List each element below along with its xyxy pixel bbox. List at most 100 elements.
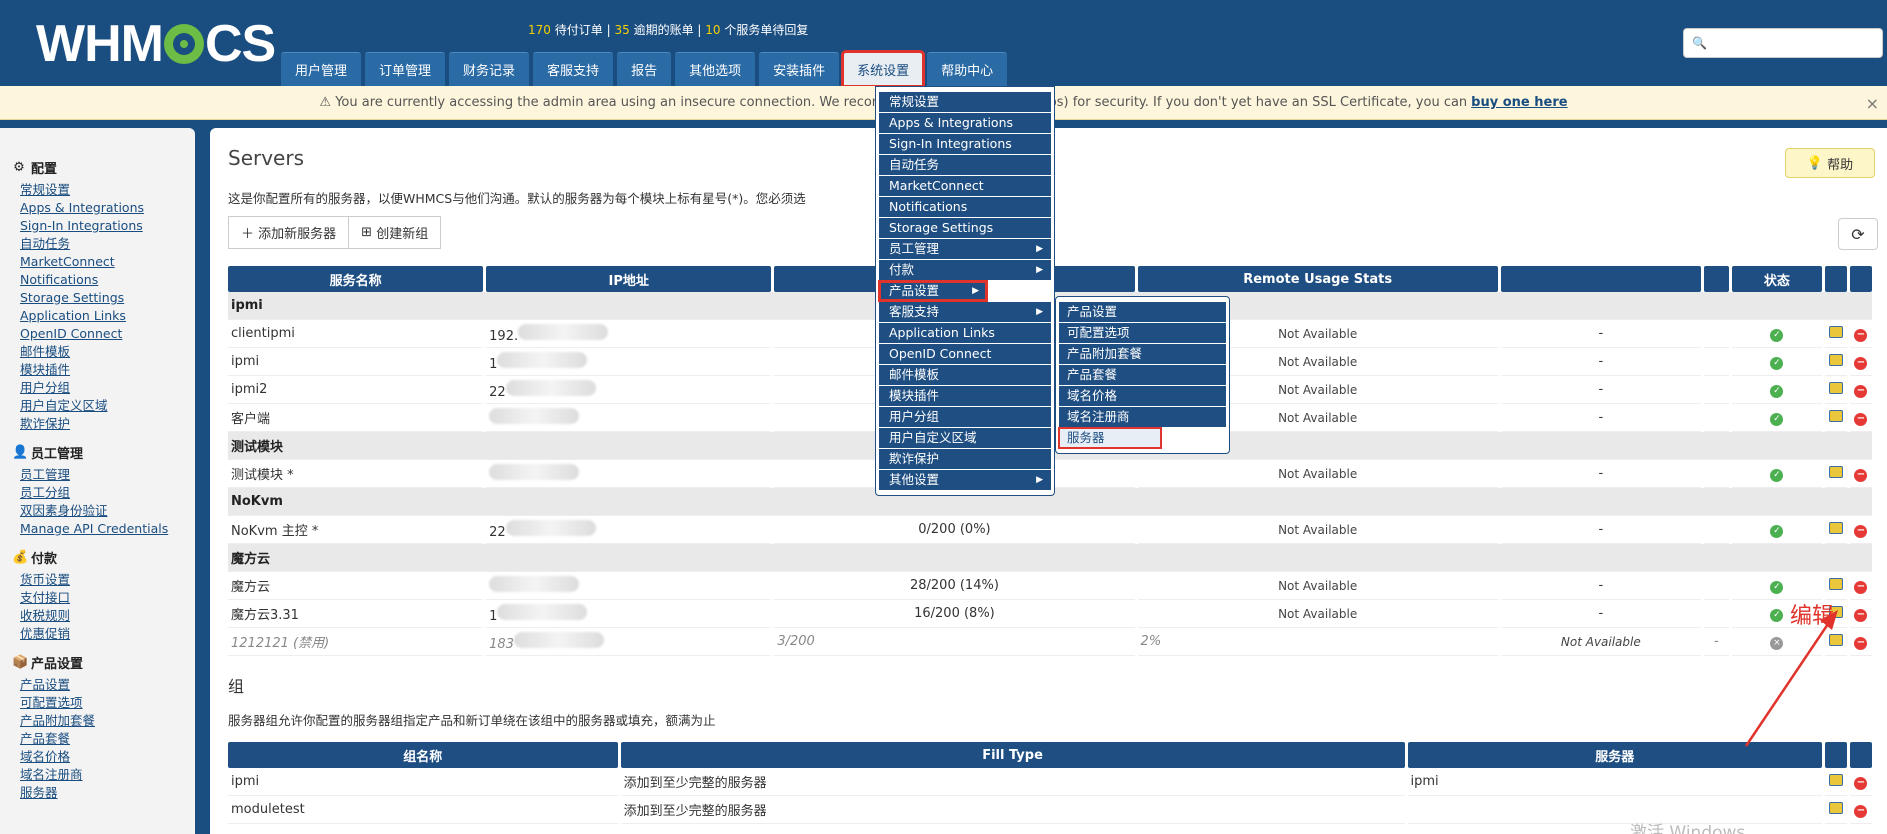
submenu-item-5[interactable]: 域名注册商 bbox=[1059, 407, 1226, 427]
delete-icon[interactable]: − bbox=[1854, 608, 1868, 622]
menu-item-12[interactable]: OpenID Connect bbox=[879, 344, 1051, 364]
sidebar-item[interactable]: 员工管理 bbox=[20, 466, 195, 484]
nav-tab-7[interactable]: 系统设置 bbox=[841, 50, 926, 88]
delete-icon[interactable]: − bbox=[1854, 636, 1868, 650]
sidebar-item[interactable]: 产品设置 bbox=[20, 676, 195, 694]
sidebar-item[interactable]: 货币设置 bbox=[20, 571, 195, 589]
nav-tab-4[interactable]: 报告 bbox=[617, 52, 672, 86]
delete-icon[interactable]: − bbox=[1854, 384, 1868, 398]
sidebar-item[interactable]: 可配置选项 bbox=[20, 694, 195, 712]
sidebar-item[interactable]: Application Links bbox=[20, 307, 195, 325]
sidebar-item[interactable]: Sign-In Integrations bbox=[20, 217, 195, 235]
edit-icon[interactable] bbox=[1828, 325, 1843, 338]
sidebar-item[interactable]: 欺诈保护 bbox=[20, 415, 195, 433]
menu-item-1[interactable]: Apps & Integrations bbox=[879, 113, 1051, 133]
nav-tab-6[interactable]: 安装插件 bbox=[759, 52, 840, 86]
nav-tab-8[interactable]: 帮助中心 bbox=[927, 52, 1008, 86]
sidebar-item[interactable]: Manage API Credentials bbox=[20, 520, 195, 538]
menu-item-13[interactable]: 邮件模板 bbox=[879, 365, 1051, 385]
overdue-count[interactable]: 35 bbox=[614, 23, 629, 37]
edit-icon[interactable] bbox=[1828, 409, 1843, 422]
edit-icon[interactable] bbox=[1828, 381, 1843, 394]
sidebar-item[interactable]: 服务器 bbox=[20, 784, 195, 802]
sidebar-item[interactable]: 自动任务 bbox=[20, 235, 195, 253]
pending-orders-label[interactable]: 待付订单 bbox=[555, 23, 603, 37]
delete-icon[interactable]: − bbox=[1854, 804, 1868, 818]
nav-tab-3[interactable]: 客服支持 bbox=[533, 52, 614, 86]
tickets-count[interactable]: 10 bbox=[705, 23, 720, 37]
menu-item-7[interactable]: 员工管理 ▶ bbox=[879, 239, 1051, 259]
sidebar-item[interactable]: OpenID Connect bbox=[20, 325, 195, 343]
nav-tab-5[interactable]: 其他选项 bbox=[675, 52, 756, 86]
menu-item-14[interactable]: 模块插件 bbox=[879, 386, 1051, 406]
submenu-item-3[interactable]: 产品套餐 bbox=[1059, 365, 1226, 385]
delete-icon[interactable]: − bbox=[1854, 524, 1868, 538]
pending-orders-count[interactable]: 170 bbox=[528, 23, 551, 37]
delete-icon[interactable]: − bbox=[1854, 776, 1868, 790]
close-icon[interactable]: × bbox=[1866, 94, 1879, 113]
menu-item-6[interactable]: Storage Settings bbox=[879, 218, 1051, 238]
edit-icon[interactable] bbox=[1828, 801, 1843, 814]
edit-icon[interactable] bbox=[1828, 353, 1843, 366]
refresh-icon[interactable]: ⟳ bbox=[1838, 218, 1878, 250]
search-input[interactable]: 🔍 bbox=[1683, 28, 1883, 58]
tickets-label[interactable]: 个服务单待回复 bbox=[724, 23, 808, 37]
delete-cell: − bbox=[1849, 348, 1872, 376]
menu-item-0[interactable]: 常规设置 bbox=[879, 92, 1051, 112]
sidebar-item[interactable]: 模块插件 bbox=[20, 361, 195, 379]
add-server-button[interactable]: ＋ 添加新服务器 bbox=[228, 216, 350, 249]
sidebar-item[interactable]: 双因素身份验证 bbox=[20, 502, 195, 520]
menu-item-15[interactable]: 用户分组 bbox=[879, 407, 1051, 427]
sidebar-item[interactable]: Notifications bbox=[20, 271, 195, 289]
delete-icon[interactable]: − bbox=[1854, 328, 1868, 342]
nav-tab-2[interactable]: 财务记录 bbox=[449, 52, 530, 86]
edit-icon[interactable] bbox=[1828, 577, 1843, 590]
buy-ssl-link[interactable]: buy one here bbox=[1471, 95, 1567, 110]
menu-item-9[interactable]: 产品设置 ▶ bbox=[878, 280, 988, 302]
sidebar-item[interactable]: Storage Settings bbox=[20, 289, 195, 307]
menu-item-17[interactable]: 欺诈保护 bbox=[879, 449, 1051, 469]
menu-item-16[interactable]: 用户自定义区域 bbox=[879, 428, 1051, 448]
sidebar-item[interactable]: 产品附加套餐 bbox=[20, 712, 195, 730]
edit-icon[interactable] bbox=[1828, 773, 1843, 786]
sidebar-item[interactable]: 收税规则 bbox=[20, 607, 195, 625]
menu-item-11[interactable]: Application Links bbox=[879, 323, 1051, 343]
sidebar-item[interactable]: 支付接口 bbox=[20, 589, 195, 607]
submenu-item-1[interactable]: 可配置选项 bbox=[1059, 323, 1226, 343]
menu-item-5[interactable]: Notifications bbox=[879, 197, 1051, 217]
delete-icon[interactable]: − bbox=[1854, 468, 1868, 482]
menu-item-2[interactable]: Sign-In Integrations bbox=[879, 134, 1051, 154]
sidebar-item[interactable]: 域名注册商 bbox=[20, 766, 195, 784]
sidebar-item[interactable]: 用户分组 bbox=[20, 379, 195, 397]
delete-icon[interactable]: − bbox=[1854, 412, 1868, 426]
menu-item-3[interactable]: 自动任务 bbox=[879, 155, 1051, 175]
nav-tab-1[interactable]: 订单管理 bbox=[365, 52, 446, 86]
blank-cell bbox=[1703, 516, 1729, 544]
nav-tab-0[interactable]: 用户管理 bbox=[281, 52, 362, 86]
submenu-item-4[interactable]: 域名价格 bbox=[1059, 386, 1226, 406]
help-button[interactable]: 💡 帮助 bbox=[1785, 148, 1875, 178]
sidebar-item[interactable]: 用户自定义区域 bbox=[20, 397, 195, 415]
edit-icon[interactable] bbox=[1828, 521, 1843, 534]
menu-item-18[interactable]: 其他设置 ▶ bbox=[879, 470, 1051, 490]
delete-icon[interactable]: − bbox=[1854, 356, 1868, 370]
sidebar-item[interactable]: 优惠促销 bbox=[20, 625, 195, 643]
sidebar-item[interactable]: 常规设置 bbox=[20, 181, 195, 199]
sidebar-item[interactable]: 员工分组 bbox=[20, 484, 195, 502]
sidebar-item[interactable]: 产品套餐 bbox=[20, 730, 195, 748]
menu-item-4[interactable]: MarketConnect bbox=[879, 176, 1051, 196]
sidebar-item[interactable]: 域名价格 bbox=[20, 748, 195, 766]
submenu-item-2[interactable]: 产品附加套餐 bbox=[1059, 344, 1226, 364]
overdue-label[interactable]: 逾期的账单 bbox=[634, 23, 694, 37]
sidebar-item[interactable]: MarketConnect bbox=[20, 253, 195, 271]
create-group-button[interactable]: ⊞ 创建新组 bbox=[349, 216, 442, 249]
sidebar-item[interactable]: 邮件模板 bbox=[20, 343, 195, 361]
submenu-item-6[interactable]: 服务器 bbox=[1058, 427, 1162, 449]
whmcs-logo[interactable]: WHM CS bbox=[36, 15, 276, 73]
menu-item-8[interactable]: 付款 ▶ bbox=[879, 260, 1051, 280]
sidebar-item[interactable]: Apps & Integrations bbox=[20, 199, 195, 217]
submenu-item-0[interactable]: 产品设置 bbox=[1059, 302, 1226, 322]
edit-icon[interactable] bbox=[1828, 465, 1843, 478]
delete-icon[interactable]: − bbox=[1854, 580, 1868, 594]
menu-item-10[interactable]: 客服支持 ▶ bbox=[879, 302, 1051, 322]
